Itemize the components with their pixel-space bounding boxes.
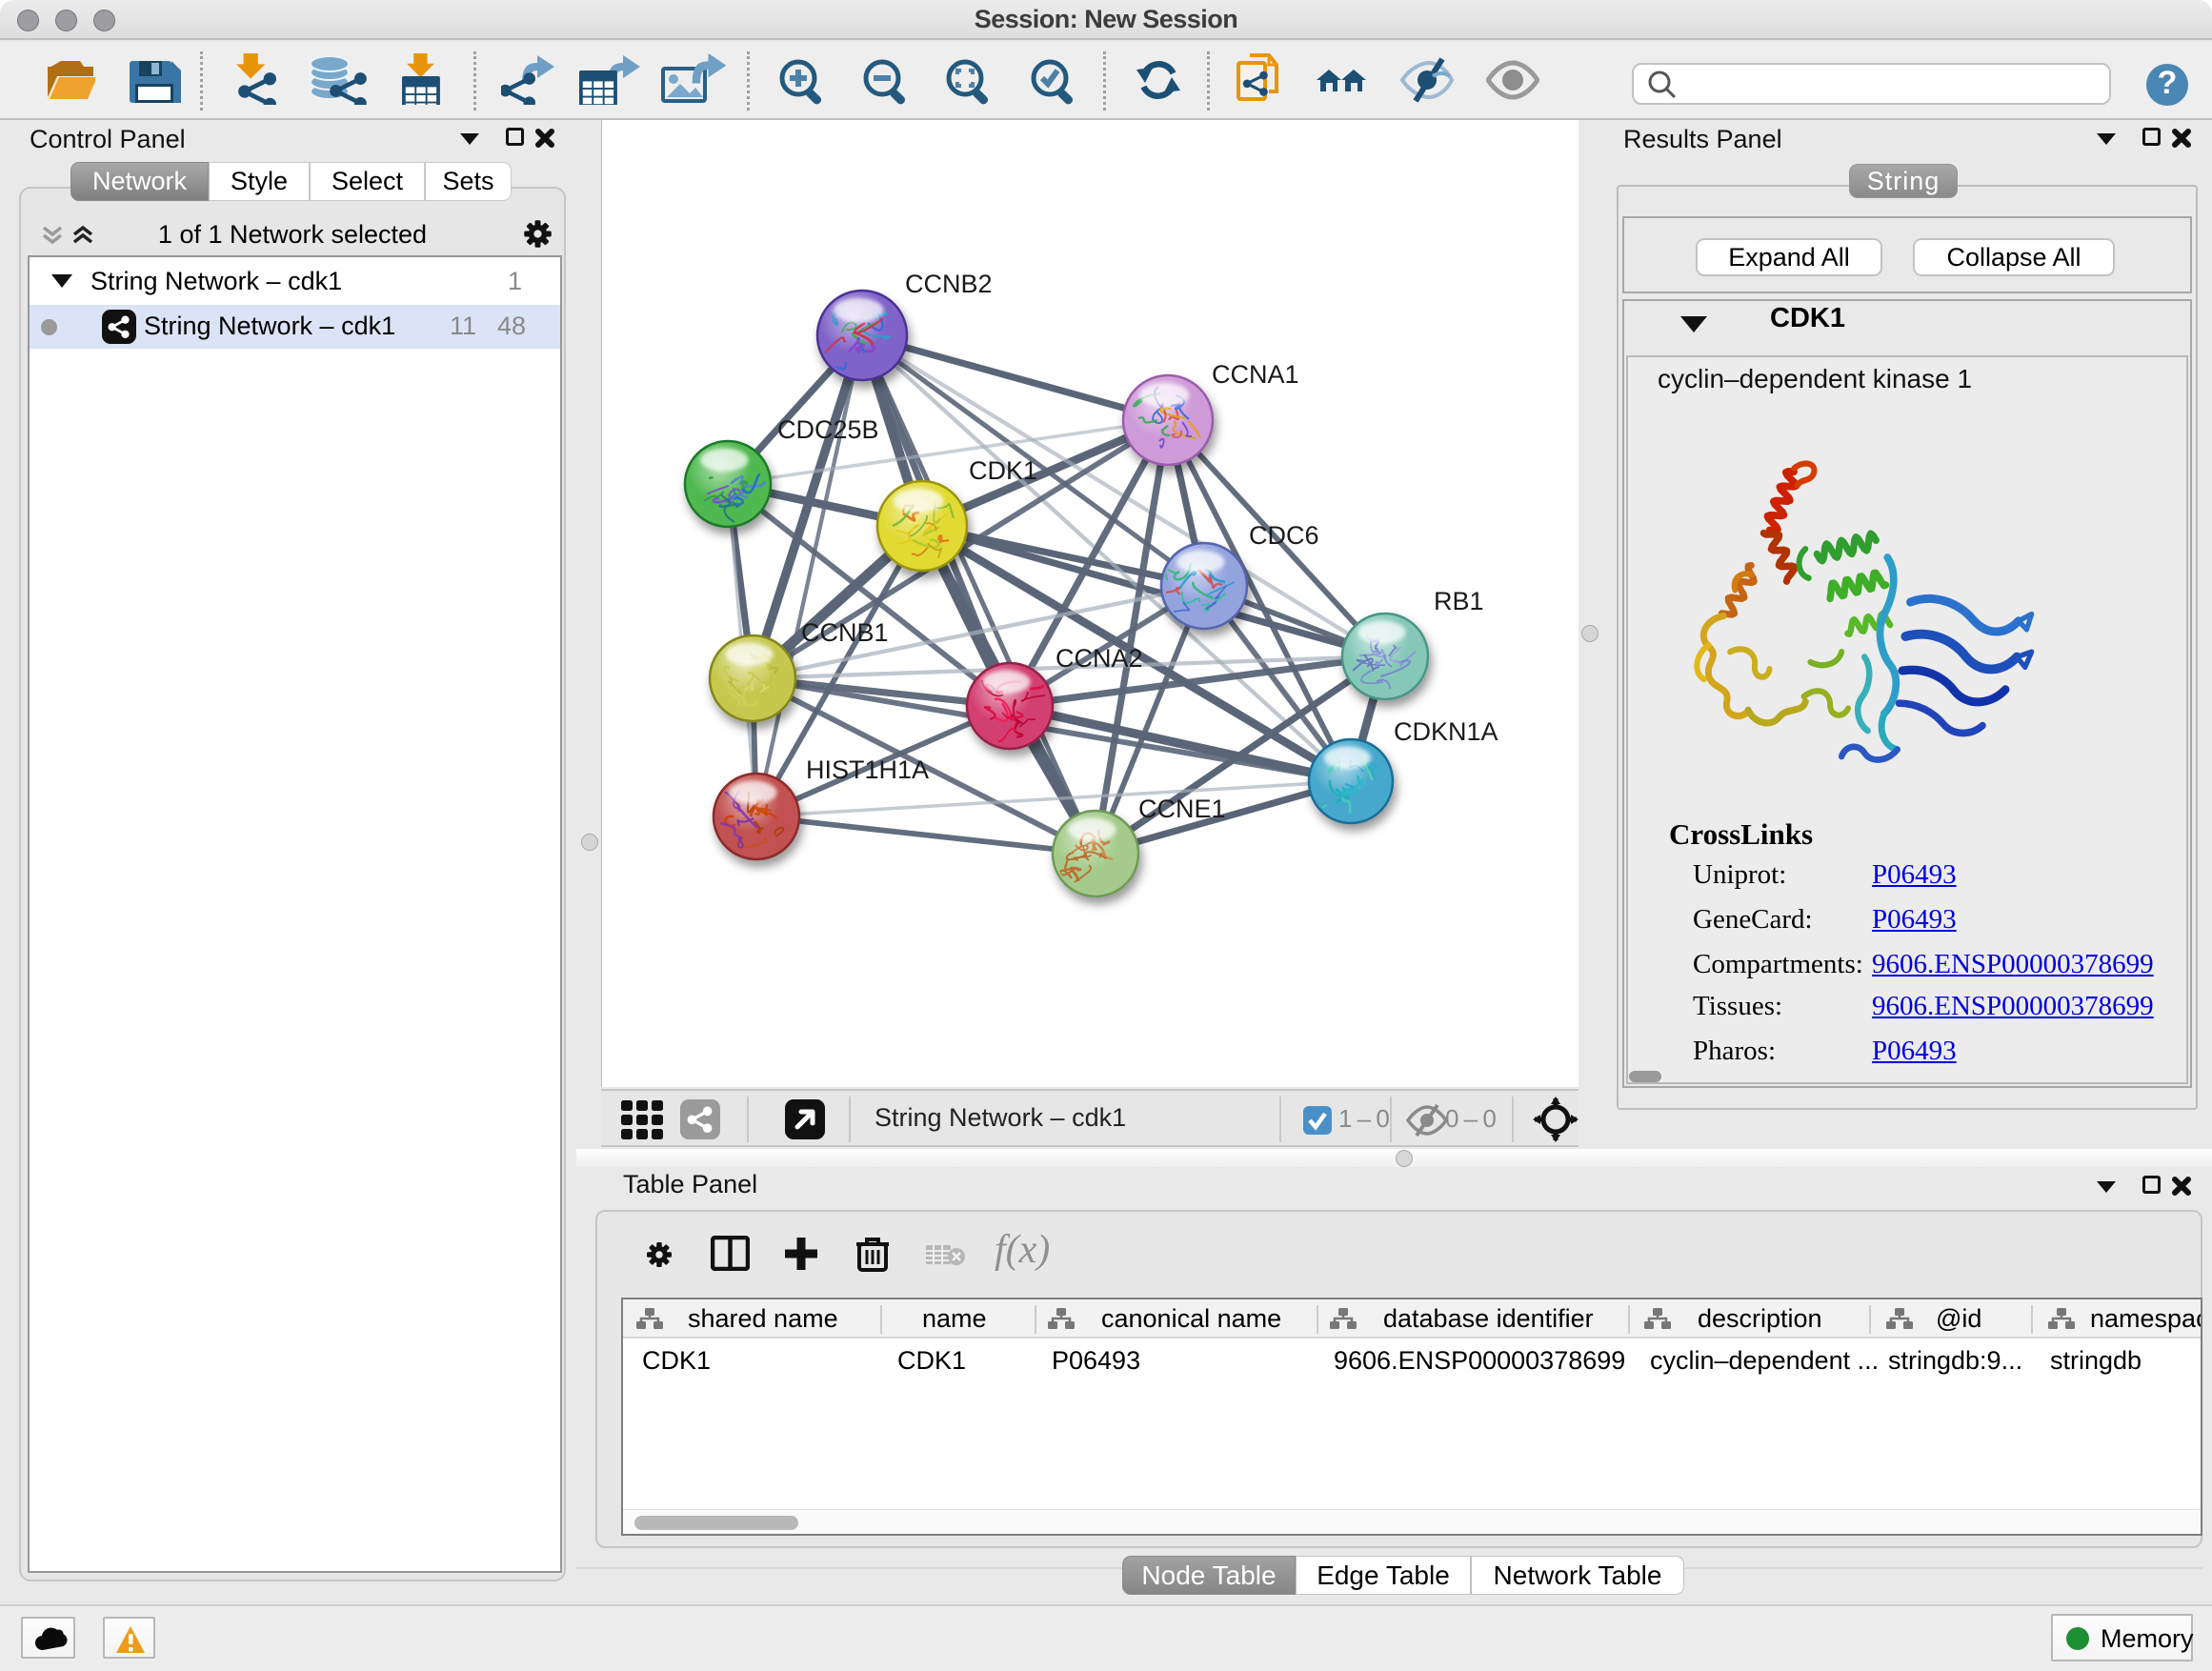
svg-text:CCNA1: CCNA1 bbox=[1212, 360, 1299, 389]
svg-text:RB1: RB1 bbox=[1434, 587, 1484, 615]
svg-text:CDC25B: CDC25B bbox=[777, 415, 879, 444]
svg-text:CCNB1: CCNB1 bbox=[801, 618, 889, 647]
svg-text:CDKN1A: CDKN1A bbox=[1394, 717, 1498, 746]
svg-text:CDK1: CDK1 bbox=[969, 456, 1037, 485]
svg-text:CCNB2: CCNB2 bbox=[905, 270, 993, 298]
svg-text:CDC6: CDC6 bbox=[1249, 521, 1319, 550]
svg-text:CCNA2: CCNA2 bbox=[1056, 644, 1143, 673]
svg-text:CCNE1: CCNE1 bbox=[1138, 795, 1226, 823]
svg-text:HIST1H1A: HIST1H1A bbox=[806, 755, 929, 784]
